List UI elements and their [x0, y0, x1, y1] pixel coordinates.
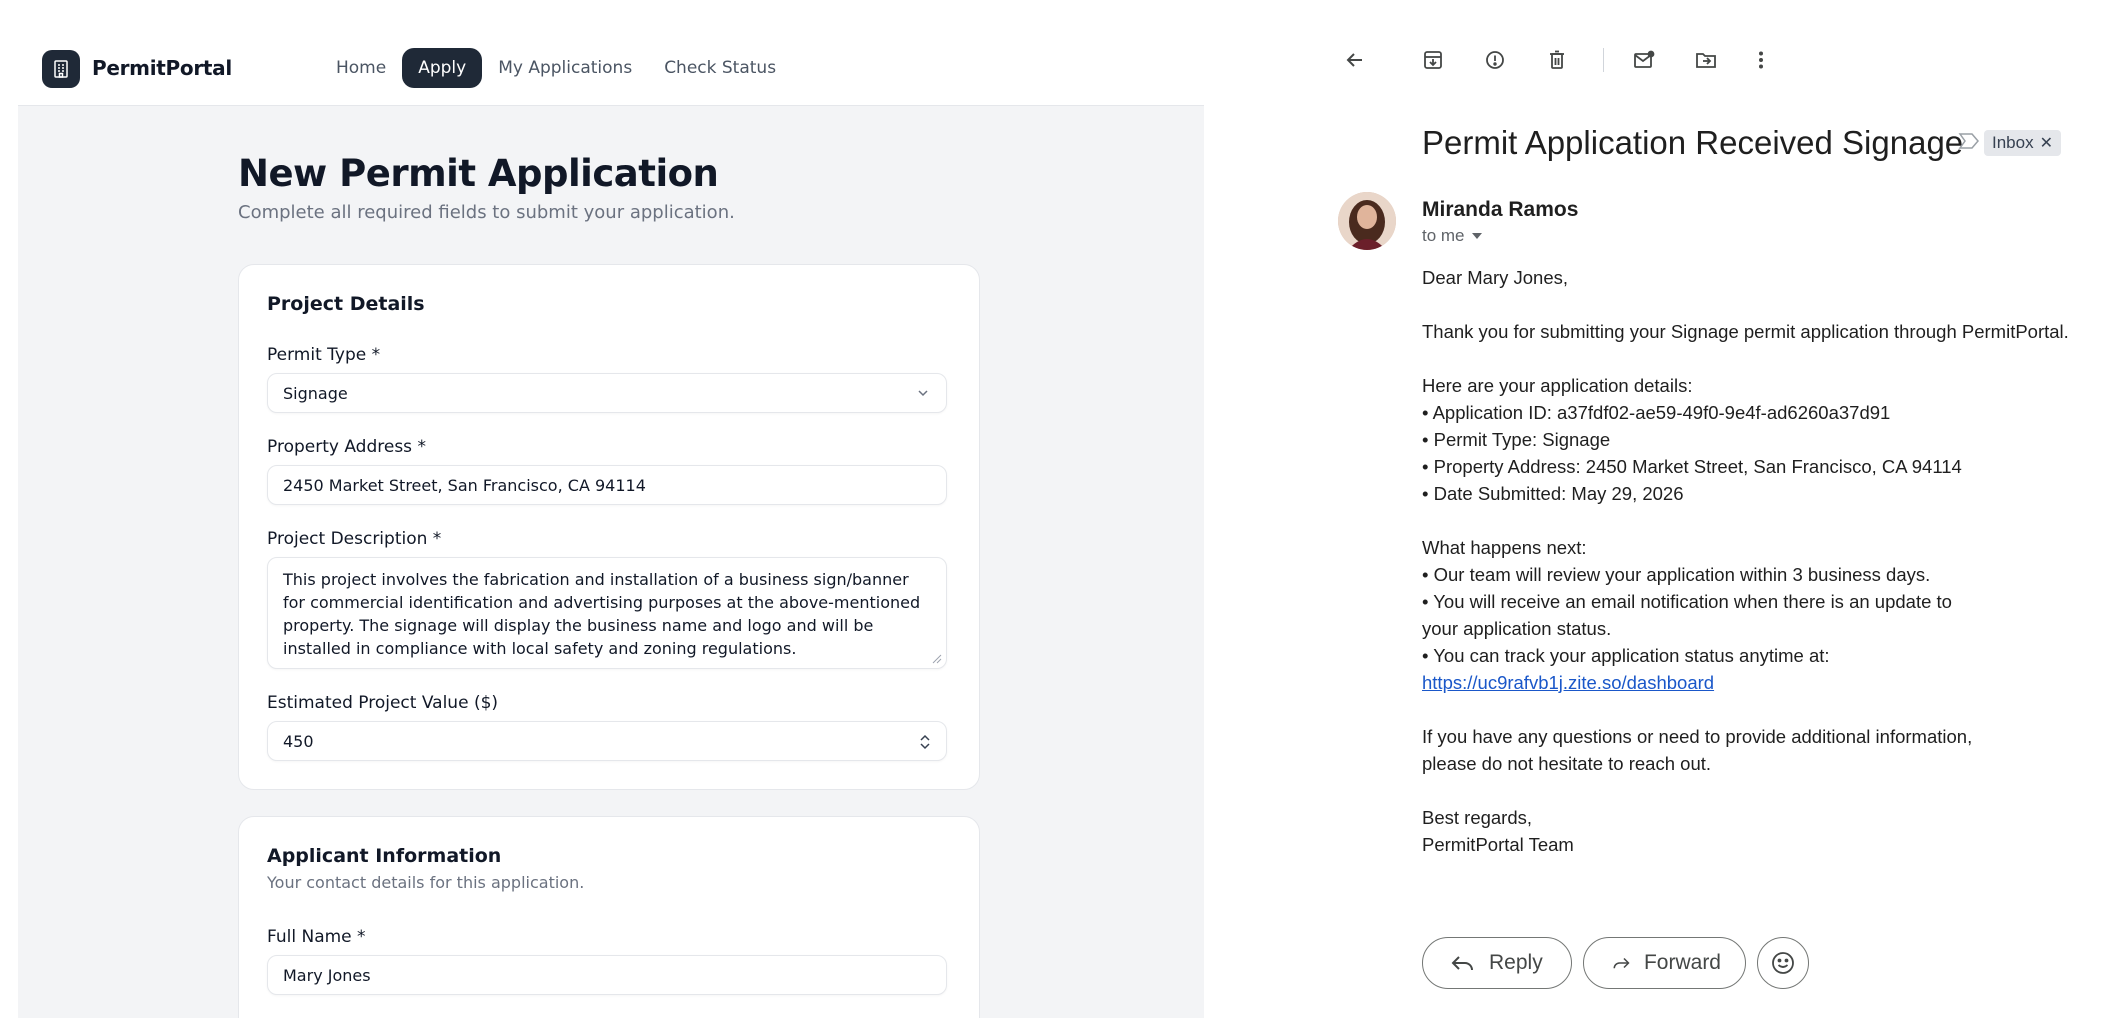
- applicant-information-card: Applicant Information Your contact detai…: [238, 816, 980, 1018]
- toolbar-divider: [1603, 48, 1604, 72]
- chevron-down-icon: [918, 390, 928, 397]
- main-nav: Home Apply My Applications Check Status: [320, 48, 792, 88]
- next-heading: What happens next:: [1422, 537, 1587, 558]
- permit-type-select[interactable]: Signage: [267, 373, 947, 413]
- questions-text-continued: please do not hesitate to reach out.: [1422, 753, 1712, 774]
- property-address-value: 2450 Market Street, San Francisco, CA 94…: [283, 476, 646, 495]
- next-item: • Our team will review your application …: [1422, 564, 1931, 585]
- card-title: Project Details: [267, 293, 425, 315]
- forward-icon: [1613, 957, 1630, 969]
- property-address-label: Property Address *: [267, 437, 426, 457]
- reply-icon: [1451, 956, 1473, 971]
- page-title: New Permit Application: [238, 152, 719, 195]
- project-details-card: Project Details Permit Type * Signage Pr…: [238, 264, 980, 790]
- intro-text: Thank you for submitting your Signage pe…: [1422, 321, 2069, 342]
- card-title: Applicant Information: [267, 845, 502, 867]
- project-value-input[interactable]: 450: [267, 721, 947, 761]
- full-name-input[interactable]: Mary Jones: [267, 955, 947, 995]
- project-description-textarea[interactable]: This project involves the fabrication an…: [267, 557, 947, 669]
- dashboard-link[interactable]: https://uc9rafvb1j.zite.so/dashboard: [1422, 672, 1714, 693]
- page-subtitle: Complete all required fields to submit y…: [238, 202, 735, 223]
- emoji-reaction-button[interactable]: [1757, 937, 1809, 989]
- archive-icon[interactable]: [1419, 46, 1447, 74]
- detail-item: • Application ID: a37fdf02-ae59-49f0-9e4…: [1422, 402, 1891, 423]
- inbox-label-chip: Inbox ✕: [1984, 130, 2061, 156]
- reply-label: Reply: [1489, 951, 1543, 974]
- nav-apply[interactable]: Apply: [402, 48, 483, 88]
- important-marker-icon[interactable]: [1958, 132, 1980, 150]
- detail-item: • Property Address: 2450 Market Street, …: [1422, 456, 1962, 477]
- project-value-label: Estimated Project Value ($): [267, 693, 499, 713]
- label-chip-text: Inbox: [1992, 133, 2034, 152]
- next-item: • You can track your application status …: [1422, 645, 1830, 666]
- more-options-icon[interactable]: [1747, 46, 1775, 74]
- stepper-icon[interactable]: [918, 732, 932, 752]
- brand-name[interactable]: PermitPortal: [92, 56, 232, 80]
- card-subtitle: Your contact details for this applicatio…: [267, 873, 585, 892]
- app-header: PermitPortal Home Apply My Applications …: [18, 0, 1204, 106]
- permit-portal-app: PermitPortal Home Apply My Applications …: [18, 0, 1204, 1018]
- project-description-value: This project involves the fabrication an…: [283, 570, 921, 658]
- details-heading: Here are your application details:: [1422, 375, 1693, 396]
- sender-avatar[interactable]: [1338, 192, 1396, 250]
- forward-label: Forward: [1643, 951, 1721, 974]
- smiley-icon: [1772, 952, 1794, 974]
- detail-item: • Date Submitted: May 29, 2026: [1422, 483, 1684, 504]
- full-name-label: Full Name *: [267, 927, 366, 947]
- project-value-value: 450: [283, 732, 314, 751]
- project-description-label: Project Description *: [267, 529, 442, 549]
- closing: Best regards,: [1422, 807, 1533, 828]
- questions-text: If you have any questions or need to pro…: [1422, 726, 1973, 747]
- caret-down-icon: [1471, 233, 1482, 239]
- full-name-value: Mary Jones: [283, 966, 371, 985]
- detail-item: • Permit Type: Signage: [1422, 429, 1611, 450]
- permit-type-value: Signage: [283, 384, 348, 403]
- recipient-text: to me: [1422, 226, 1465, 245]
- signature: PermitPortal Team: [1422, 834, 1574, 855]
- report-spam-icon[interactable]: [1481, 46, 1509, 74]
- next-item: • You will receive an email notification…: [1422, 591, 1952, 612]
- resize-grip-icon[interactable]: [930, 652, 942, 664]
- greeting: Dear Mary Jones,: [1422, 267, 1568, 288]
- next-item-continued: your application status.: [1422, 618, 1612, 639]
- sender-name[interactable]: Miranda Ramos: [1422, 198, 1578, 222]
- reply-button[interactable]: Reply: [1422, 937, 1572, 989]
- back-arrow-icon[interactable]: [1341, 46, 1369, 74]
- email-subject: Permit Application Received Signage: [1422, 124, 1964, 161]
- permit-type-label: Permit Type *: [267, 345, 381, 365]
- remove-label-icon[interactable]: ✕: [2040, 133, 2053, 153]
- mark-unread-icon[interactable]: [1630, 46, 1658, 74]
- nav-my-applications[interactable]: My Applications: [482, 48, 648, 88]
- building-logo-icon[interactable]: [42, 50, 80, 88]
- email-viewer: Permit Application Received Signage Inbo…: [1204, 0, 2122, 1024]
- delete-icon[interactable]: [1543, 46, 1571, 74]
- move-to-icon[interactable]: [1692, 46, 1720, 74]
- recipient-toggle[interactable]: to me: [1422, 226, 1483, 246]
- nav-home[interactable]: Home: [320, 48, 402, 88]
- email-body: Dear Mary Jones, Thank you for submittin…: [1422, 264, 2112, 858]
- forward-button[interactable]: Forward: [1583, 937, 1746, 989]
- nav-check-status[interactable]: Check Status: [648, 48, 792, 88]
- property-address-input[interactable]: 2450 Market Street, San Francisco, CA 94…: [267, 465, 947, 505]
